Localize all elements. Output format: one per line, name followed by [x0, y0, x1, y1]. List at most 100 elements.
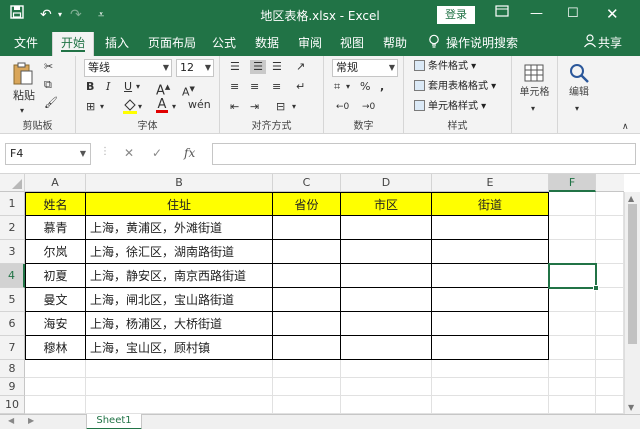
cell-c6[interactable]: [273, 312, 341, 336]
cell-d9[interactable]: [341, 378, 432, 396]
share-button[interactable]: 共享: [598, 34, 622, 52]
column-header-f[interactable]: F: [549, 174, 596, 192]
sheet-tab-sheet1[interactable]: Sheet1: [86, 414, 142, 429]
cell-g8[interactable]: [596, 360, 624, 378]
tab-view[interactable]: 视图: [340, 34, 364, 52]
cell-g4[interactable]: [596, 264, 624, 288]
cell-c9[interactable]: [273, 378, 341, 396]
cell-b6[interactable]: 上海，杨浦区，大桥街道: [86, 312, 273, 336]
cell-f8[interactable]: [549, 360, 596, 378]
format-painter-icon[interactable]: 🖌: [44, 96, 58, 110]
cell-a4[interactable]: 初夏: [25, 264, 86, 288]
cells-dropdown-icon[interactable]: ▾: [531, 102, 535, 116]
cell-g10[interactable]: [596, 396, 624, 414]
paste-dropdown-icon[interactable]: ▾: [20, 104, 24, 118]
cell-g6[interactable]: [596, 312, 624, 336]
cell-d1[interactable]: 市区: [341, 192, 432, 216]
cut-icon[interactable]: ✂: [44, 60, 53, 74]
font-size-dropdown[interactable]: 12 ▼: [176, 59, 214, 77]
comma-style-icon[interactable]: ,: [380, 80, 384, 94]
next-sheet-icon[interactable]: ▶: [28, 416, 34, 425]
maximize-icon[interactable]: ☐: [567, 4, 579, 24]
row-header-7[interactable]: 7: [0, 336, 25, 360]
select-all-corner[interactable]: [0, 174, 25, 192]
cell-d3[interactable]: [341, 240, 432, 264]
cell-f9[interactable]: [549, 378, 596, 396]
cell-a6[interactable]: 海安: [25, 312, 86, 336]
name-box[interactable]: F4 ▼: [5, 143, 91, 165]
cell-e1[interactable]: 街道: [432, 192, 549, 216]
column-header-a[interactable]: A: [25, 174, 86, 192]
row-header-2[interactable]: 2: [0, 216, 25, 240]
login-button[interactable]: 登录: [437, 6, 475, 24]
editing-dropdown-icon[interactable]: ▾: [575, 102, 579, 116]
cell-f3[interactable]: [549, 240, 596, 264]
cell-b9[interactable]: [86, 378, 273, 396]
cell-b1[interactable]: 住址: [86, 192, 273, 216]
wrap-text-icon[interactable]: ↵: [296, 80, 305, 94]
cell-c3[interactable]: [273, 240, 341, 264]
column-header-c[interactable]: C: [273, 174, 341, 192]
row-header-1[interactable]: 1: [0, 192, 25, 216]
row-header-9[interactable]: 9: [0, 378, 25, 396]
tab-data[interactable]: 数据: [255, 34, 279, 52]
tab-insert[interactable]: 插入: [105, 34, 129, 52]
cell-b3[interactable]: 上海，徐汇区，湖南路街道: [86, 240, 273, 264]
cell-e5[interactable]: [432, 288, 549, 312]
cell-b5[interactable]: 上海，闸北区，宝山路街道: [86, 288, 273, 312]
cell-g1[interactable]: [596, 192, 624, 216]
cell-d5[interactable]: [341, 288, 432, 312]
row-header-5[interactable]: 5: [0, 288, 25, 312]
cell-e6[interactable]: [432, 312, 549, 336]
row-header-3[interactable]: 3: [0, 240, 25, 264]
tab-review[interactable]: 审阅: [298, 34, 322, 52]
cell-a3[interactable]: 尔岚: [25, 240, 86, 264]
tab-file[interactable]: 文件: [14, 34, 38, 52]
borders-dropdown-icon[interactable]: ▾: [100, 100, 104, 114]
cell-d7[interactable]: [341, 336, 432, 360]
cell-g3[interactable]: [596, 240, 624, 264]
align-left-icon[interactable]: ≡: [230, 80, 239, 94]
align-right-icon[interactable]: ≡: [272, 80, 281, 94]
bold-icon[interactable]: B: [86, 80, 94, 94]
column-header-e[interactable]: E: [432, 174, 549, 192]
minimize-icon[interactable]: —: [530, 4, 543, 24]
font-color-icon[interactable]: A: [156, 98, 168, 113]
collapse-ribbon-icon[interactable]: ∧: [622, 120, 629, 134]
cell-d4[interactable]: [341, 264, 432, 288]
copy-icon[interactable]: ⧉: [44, 78, 52, 92]
cell-e7[interactable]: [432, 336, 549, 360]
cell-a5[interactable]: 曼文: [25, 288, 86, 312]
cell-b2[interactable]: 上海，黄浦区，外滩街道: [86, 216, 273, 240]
row-header-6[interactable]: 6: [0, 312, 25, 336]
group-cells[interactable]: 单元格 ▾: [512, 56, 558, 134]
cell-d6[interactable]: [341, 312, 432, 336]
cell-e4[interactable]: [432, 264, 549, 288]
scroll-up-icon[interactable]: ▲: [628, 194, 634, 203]
cell-d10[interactable]: [341, 396, 432, 414]
cell-f1[interactable]: [549, 192, 596, 216]
column-header-b[interactable]: B: [86, 174, 273, 192]
increase-indent-icon[interactable]: ⇥: [250, 100, 259, 114]
fill-color-icon[interactable]: [122, 98, 138, 118]
cells-icon[interactable]: [523, 62, 545, 84]
search-icon[interactable]: [568, 62, 590, 84]
cell-b10[interactable]: [86, 396, 273, 414]
increase-decimal-icon[interactable]: ←0: [336, 100, 349, 114]
merge-dropdown-icon[interactable]: ▾: [292, 100, 296, 114]
underline-icon[interactable]: U: [124, 80, 132, 94]
cell-c5[interactable]: [273, 288, 341, 312]
accounting-format-icon[interactable]: ⌗: [334, 80, 340, 94]
cell-g7[interactable]: [596, 336, 624, 360]
cancel-icon[interactable]: ✕: [124, 146, 134, 160]
group-editing[interactable]: 编辑 ▾: [558, 56, 600, 134]
ribbon-display-icon[interactable]: [495, 4, 509, 24]
cell-a7[interactable]: 穆林: [25, 336, 86, 360]
tell-me-search[interactable]: 操作说明搜索: [446, 34, 518, 52]
cell-a2[interactable]: 慕青: [25, 216, 86, 240]
cell-e8[interactable]: [432, 360, 549, 378]
cell-c4[interactable]: [273, 264, 341, 288]
cell-e3[interactable]: [432, 240, 549, 264]
cell-c8[interactable]: [273, 360, 341, 378]
underline-dropdown-icon[interactable]: ▾: [136, 80, 140, 94]
